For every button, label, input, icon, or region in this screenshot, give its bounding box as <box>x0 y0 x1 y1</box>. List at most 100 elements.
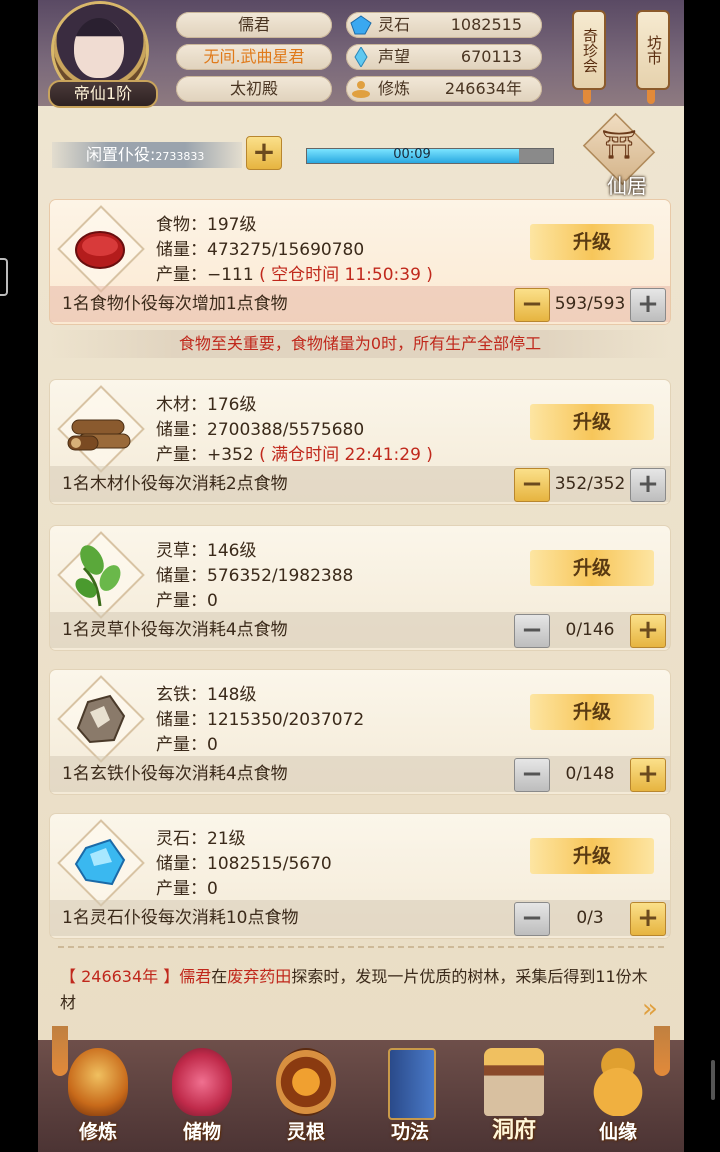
scrollbar-thumb[interactable] <box>711 1060 715 1100</box>
upgrade-wood-button[interactable]: 升级 <box>530 404 654 440</box>
resource-output: 产量：0 <box>156 735 218 755</box>
idle-servants-label: 闲置仆役:2733833 <box>52 142 242 168</box>
nav-residence[interactable]: 洞府 <box>466 1048 562 1152</box>
nav-label: 功法 <box>390 1121 429 1143</box>
servant-count: 0/3 <box>576 908 604 928</box>
iron-ore-icon <box>57 675 145 763</box>
production-timer-text: 00:09 <box>393 147 431 162</box>
add-servant-button[interactable]: + <box>630 468 666 502</box>
idle-servants-count: 2733833 <box>155 150 205 163</box>
log-next-arrow-icon[interactable]: » <box>642 994 670 1024</box>
market-button[interactable]: 坊市 <box>636 10 670 104</box>
upgrade-herb-button[interactable]: 升级 <box>530 550 654 586</box>
upgrade-food-button[interactable]: 升级 <box>530 224 654 260</box>
upgrade-iron-button[interactable]: 升级 <box>530 694 654 730</box>
spirit-stone-icon <box>350 15 372 35</box>
pagoda-icon: ⛩ <box>601 128 637 161</box>
remove-servant-button[interactable]: − <box>514 902 550 936</box>
nav-label: 洞府 <box>491 1118 536 1143</box>
resource-name-level: 木材：176级 <box>156 395 257 415</box>
cultivate-icon <box>68 1048 128 1116</box>
remove-servant-button[interactable]: − <box>514 614 550 648</box>
remove-servant-button[interactable]: − <box>514 288 550 322</box>
log-place: 废弃药田 <box>227 967 292 986</box>
servant-row: 1名食物仆役每次增加1点食物 − 593/593 + <box>50 286 670 322</box>
resource-output: 产量：0 <box>156 879 218 899</box>
header: 帝仙1阶 儒君 无间.武曲星君 太初殿 灵石 1082515 声望 670113… <box>38 0 684 108</box>
treasure-auction-button[interactable]: 奇珍会 <box>572 10 606 104</box>
upgrade-spirit-stone-button[interactable]: 升级 <box>530 838 654 874</box>
servant-count: 593/593 <box>554 294 626 314</box>
output-timer-note: ( 空仓时间 11:50:39 ) <box>259 265 433 285</box>
player-title[interactable]: 无间.武曲星君 <box>176 44 332 70</box>
remove-servant-button[interactable]: − <box>514 758 550 792</box>
nav-fortune[interactable]: 仙缘 <box>570 1048 666 1152</box>
stat-label: 灵石 <box>378 15 411 34</box>
nav-label: 灵根 <box>286 1121 325 1143</box>
output-timer-note: ( 满仓时间 22:41:29 ) <box>259 445 433 465</box>
servant-count: 352/352 <box>554 474 626 494</box>
reputation-icon <box>354 47 368 67</box>
servant-desc: 1名灵草仆役每次消耗4点食物 <box>62 620 288 640</box>
log-year: 【 246634年 】 <box>60 967 180 986</box>
left-edge-tab[interactable] <box>0 258 8 296</box>
player-name: 儒君 <box>176 12 332 38</box>
stat-value: 670113 <box>460 47 522 66</box>
stat-value: 246634年 <box>444 79 522 98</box>
gourd-icon <box>588 1048 648 1116</box>
cultivation-icon <box>352 81 370 98</box>
spirit-root-icon <box>276 1048 336 1116</box>
resource-output: 产量：−111 ( 空仓时间 11:50:39 ) <box>156 260 433 285</box>
resource-card-food: 食物：197级 储量：473275/15690780 产量：−111 ( 空仓时… <box>50 200 670 324</box>
stat-reputation: 声望 670113 <box>346 44 542 70</box>
log-text-1: 在 <box>211 967 228 986</box>
servant-count: 0/146 <box>565 620 615 640</box>
right-black-border <box>684 0 720 1152</box>
servant-desc: 1名食物仆役每次增加1点食物 <box>62 294 288 314</box>
resource-storage: 储量：2700388/5575680 <box>156 420 365 440</box>
resource-name-level: 玄铁：148级 <box>156 685 257 705</box>
nav-spirit-root[interactable]: 灵根 <box>258 1048 354 1152</box>
left-tassel <box>52 1026 68 1076</box>
nav-label: 储物 <box>182 1121 221 1143</box>
servant-desc: 1名木材仆役每次消耗2点食物 <box>62 474 288 494</box>
resource-name-level: 灵石：21级 <box>156 829 246 849</box>
output-value: 产量：−111 <box>156 265 254 285</box>
nav-techniques[interactable]: 功法 <box>362 1048 458 1152</box>
add-servant-button[interactable]: + <box>630 614 666 648</box>
add-servant-button[interactable]: + <box>630 288 666 322</box>
stat-value: 1082515 <box>450 15 522 34</box>
nav-storage[interactable]: 储物 <box>154 1048 250 1152</box>
servant-row: 1名灵石仆役每次消耗10点食物 − 0/3 + <box>50 900 670 936</box>
resource-output: 产量：0 <box>156 591 218 611</box>
servant-desc: 1名灵石仆役每次消耗10点食物 <box>62 908 299 928</box>
output-value: 产量：+352 <box>156 445 254 465</box>
servant-desc: 1名玄铁仆役每次消耗4点食物 <box>62 764 288 784</box>
nav-label: 仙缘 <box>598 1121 637 1143</box>
avatar-portrait <box>74 18 124 78</box>
add-servant-button[interactable]: + <box>630 758 666 792</box>
bottom-nav: 修炼 储物 灵根 功法 洞府 仙缘 <box>38 1040 684 1152</box>
resource-name-level: 食物：197级 <box>156 215 257 235</box>
food-warning-notice: 食物至关重要，食物储量为0时，所有生产全部停工 <box>50 330 670 358</box>
stat-label: 修炼 <box>378 79 411 98</box>
remove-servant-button[interactable]: − <box>514 468 550 502</box>
event-log: 【 246634年 】儒君在废弃药田探索时，发现一片优质的树林，采集后得到11份… <box>60 964 660 1016</box>
resource-output: 产量：+352 ( 满仓时间 22:41:29 ) <box>156 440 433 465</box>
resource-storage: 储量：576352/1982388 <box>156 566 354 586</box>
residence-label: 仙居 <box>607 174 647 198</box>
servant-row: 1名玄铁仆役每次消耗4点食物 − 0/148 + <box>50 756 670 792</box>
book-icon <box>388 1048 436 1120</box>
add-servants-button[interactable]: + <box>246 136 282 170</box>
resource-name-level: 灵草：146级 <box>156 541 257 561</box>
resource-card-wood: 木材：176级 储量：2700388/5575680 产量：+352 ( 满仓时… <box>50 380 670 504</box>
add-servant-button[interactable]: + <box>630 902 666 936</box>
right-tassel <box>654 1026 670 1076</box>
servant-row: 1名木材仆役每次消耗2点食物 − 352/352 + <box>50 466 670 502</box>
resource-card-spirit-stone: 灵石：21级 储量：1082515/5670 产量：0 升级 1名灵石仆役每次消… <box>50 814 670 938</box>
log-actor: 儒君 <box>179 967 212 986</box>
stat-cultivation: 修炼 246634年 <box>346 76 542 102</box>
stat-spirit-stone: 灵石 1082515 <box>346 12 542 38</box>
resource-card-iron: 玄铁：148级 储量：1215350/2037072 产量：0 升级 1名玄铁仆… <box>50 670 670 794</box>
nav-label: 修炼 <box>78 1121 117 1143</box>
